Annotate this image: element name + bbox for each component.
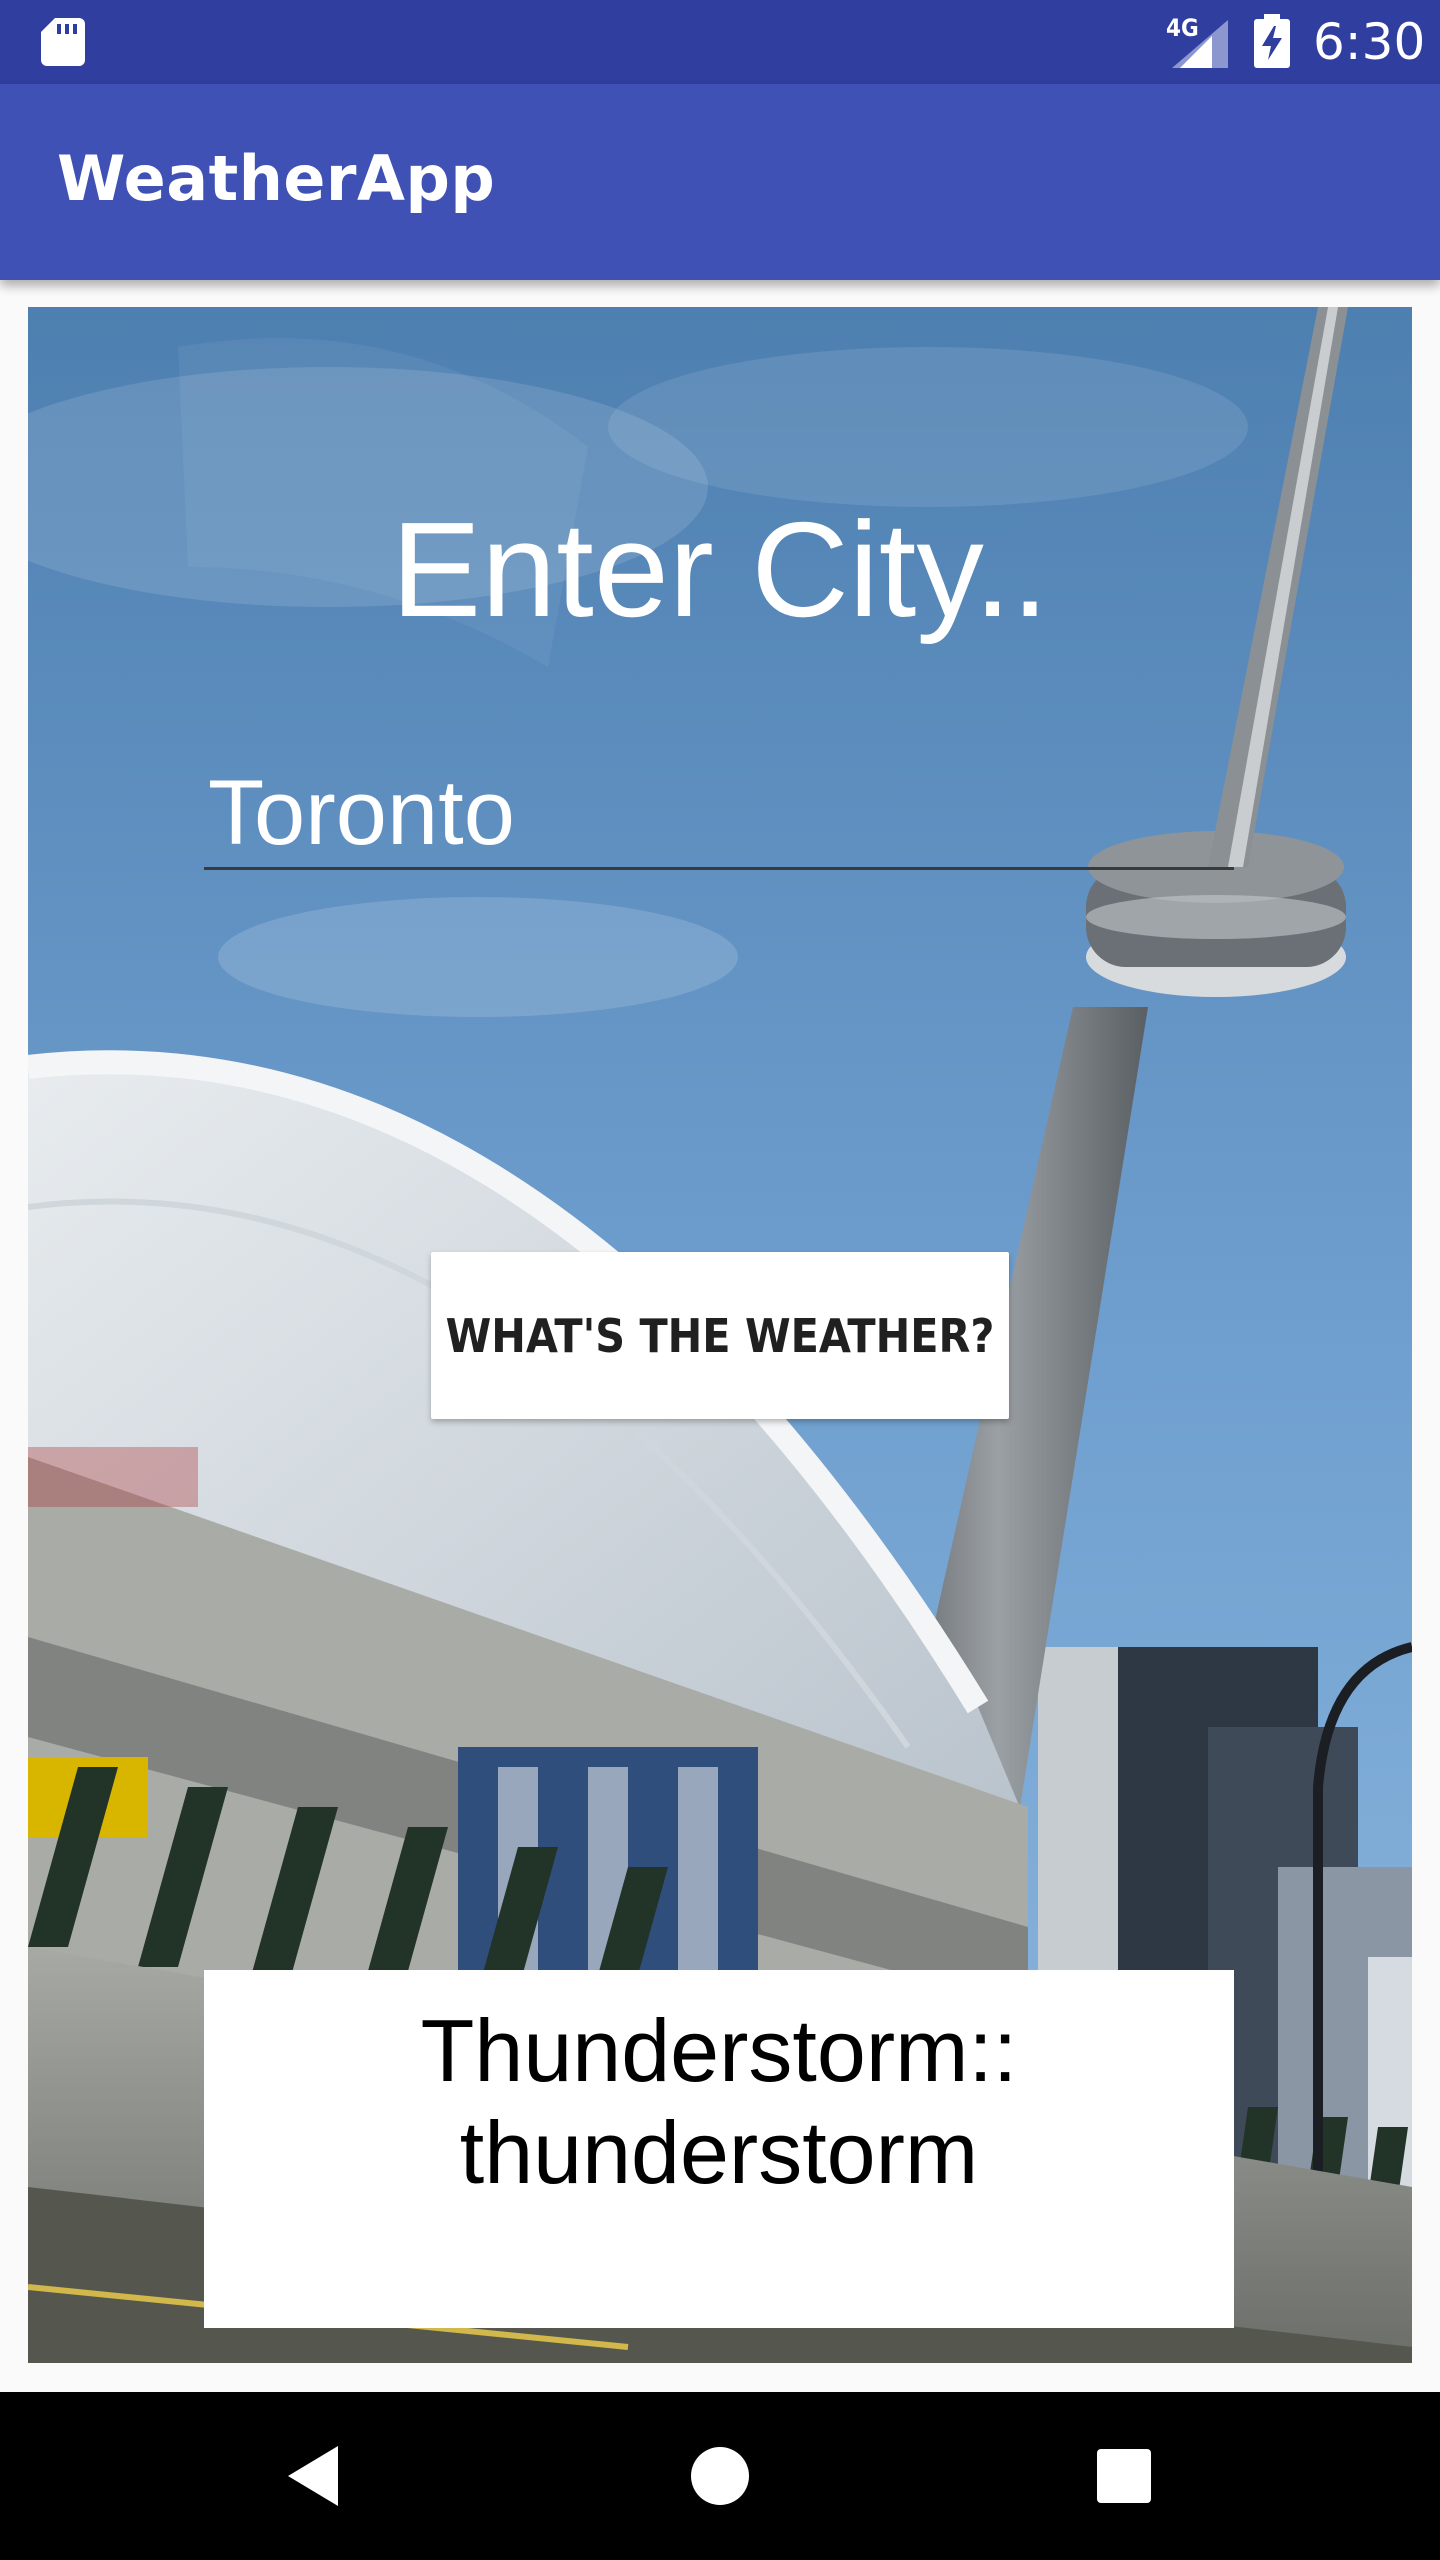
recents-icon[interactable] [1086, 2438, 1162, 2514]
home-icon[interactable] [682, 2438, 758, 2514]
page-heading: Enter City.. [391, 494, 1049, 645]
back-icon[interactable] [278, 2438, 354, 2514]
app-title: WeatherApp [57, 142, 496, 215]
weather-result-box: Thunderstorm:: thunderstorm [204, 1970, 1234, 2328]
status-bar: 4G 6:30 [0, 0, 1440, 84]
clock: 6:30 [1313, 13, 1426, 71]
sd-card-icon [41, 18, 85, 66]
app-bar: WeatherApp [0, 84, 1440, 280]
city-input[interactable] [204, 760, 1234, 870]
signal-icon [1172, 20, 1228, 68]
navigation-bar [0, 2392, 1440, 2560]
weather-result-text: Thunderstorm:: thunderstorm [420, 2001, 1018, 2202]
battery-charging-icon [1254, 14, 1290, 68]
whats-the-weather-button[interactable]: WHAT'S THE WEATHER? [431, 1252, 1009, 1419]
